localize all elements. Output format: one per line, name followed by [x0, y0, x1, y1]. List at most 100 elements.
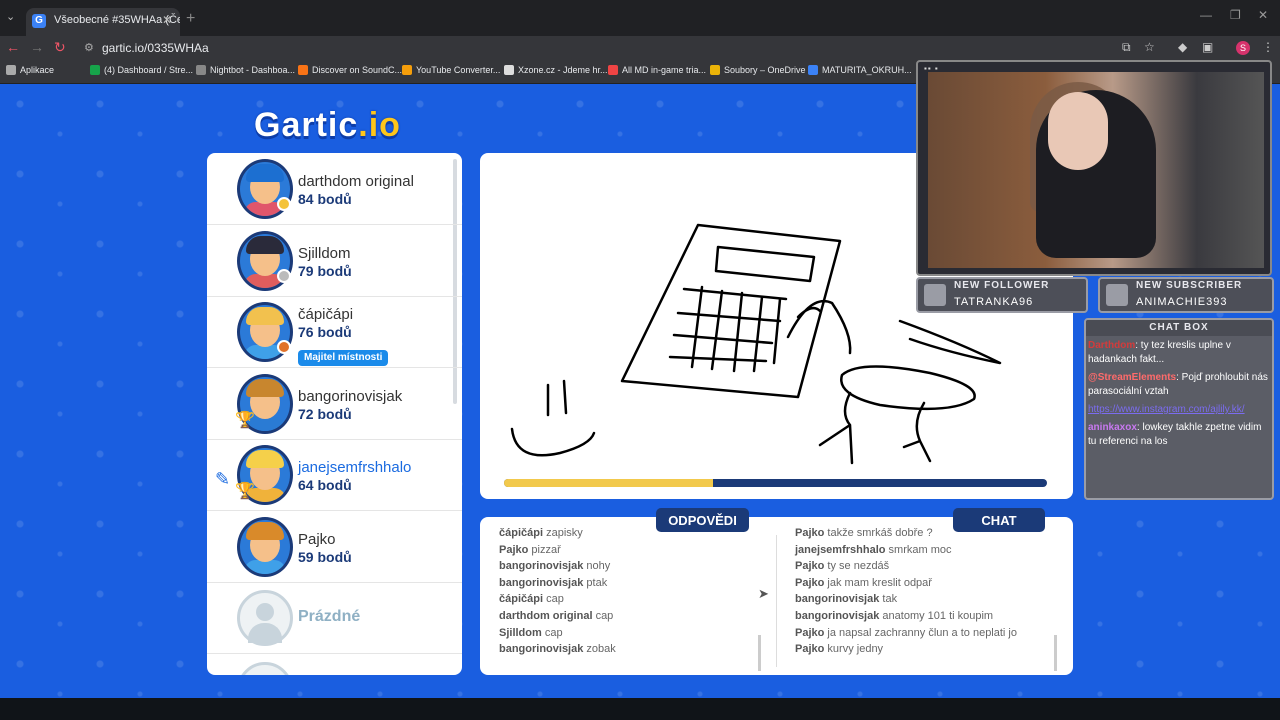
player-status-dot	[277, 197, 291, 211]
message-text: nohy	[586, 560, 611, 573]
chat-scrollbar[interactable]	[1054, 635, 1057, 671]
message-user: Pajko	[795, 626, 825, 639]
bookmark-item[interactable]: MATURITA_OKRUH...	[808, 65, 912, 75]
site-info-icon[interactable]: ⚙	[84, 41, 94, 54]
message-user: čápičápi	[499, 527, 544, 539]
minimize-icon[interactable]: —	[1200, 8, 1212, 22]
webcam-overlay: ▪▪ ▪	[916, 60, 1272, 276]
message-text: pizzař	[531, 543, 561, 556]
message-text: cap	[544, 626, 563, 639]
maximize-icon[interactable]: ❐	[1230, 8, 1241, 22]
bookmark-item[interactable]: (4) Dashboard / Stre...	[90, 65, 193, 75]
menu-dots-icon[interactable]: ⋮	[1262, 40, 1274, 54]
round-timer-fill	[504, 479, 714, 487]
logo-suffix: .io	[358, 106, 401, 144]
bookmark-item[interactable]: All MD in-game tria...	[608, 65, 706, 75]
message-user: Pajko	[795, 527, 825, 539]
new-tab-icon[interactable]: +	[186, 10, 195, 28]
empty-slot[interactable]	[207, 654, 462, 675]
gartic-logo[interactable]: Gartic.io	[254, 106, 401, 145]
stream-chat-user: Darthdom	[1088, 340, 1136, 351]
subscriber-alert: NEW SUBSCRIBER ANIMACHIE393	[1098, 277, 1274, 313]
message-user: janejsemfrshhalo	[795, 543, 886, 556]
answers-scrollbar[interactable]	[758, 635, 761, 671]
browser-tab-bar: ⌄ G Všeobecné #35WHAa (Čeština) ✕ + — ❐ …	[0, 0, 1280, 36]
player-row[interactable]: Pajko 59 bodů	[207, 511, 462, 583]
message-text: zapisky	[546, 527, 583, 539]
message-user: bangorinovisjak	[499, 560, 584, 573]
player-row[interactable]: Sjilldom 79 bodů	[207, 225, 462, 297]
answer-item: bangorinovisjak zobak	[499, 641, 616, 658]
player-name: Sjilldom	[298, 244, 351, 262]
bookmark-favicon-icon	[90, 65, 100, 75]
answers-header-button[interactable]: ODPOVĚDI	[656, 508, 749, 532]
message-user: darthdom original	[499, 609, 593, 622]
bookmark-item[interactable]: Nightbot - Dashboa...	[196, 65, 295, 75]
drawing-pencil-icon: ✎	[215, 469, 231, 489]
player-name: Pajko	[298, 530, 336, 548]
browser-toolbar: ← → ↻ ⚙ gartic.io/0335WHAa ⧉ ☆ ◆ ▣ S ⋮	[0, 36, 1280, 60]
chatbox-title: CHAT BOX	[1086, 320, 1272, 336]
answer-item: bangorinovisjak ptak	[499, 575, 616, 592]
bookmark-item[interactable]: Soubory – OneDrive	[710, 65, 806, 75]
tab-search-icon[interactable]: ⌄	[6, 10, 15, 23]
back-icon[interactable]: ←	[6, 39, 20, 55]
follower-alert: NEW FOLLOWER TATRANKA96	[916, 277, 1088, 313]
install-app-icon[interactable]: ⧉	[1122, 40, 1131, 55]
player-score: 84 bodů	[298, 191, 352, 207]
browser-tab[interactable]: G Všeobecné #35WHAa (Čeština) ✕	[26, 8, 180, 36]
bookmark-favicon-icon	[710, 65, 720, 75]
player-row[interactable]: 🏆 ✎ janejsemfrshhalo 64 bodů	[207, 439, 462, 511]
message-user: Pajko	[795, 643, 825, 656]
drawing-calculator-display	[714, 245, 816, 283]
message-text: takže smrkáš dobře ?	[827, 527, 933, 539]
chat-item: Pajko jak mam kreslit odpař	[795, 575, 1017, 592]
answer-item: bangorinovisjak nohy	[499, 558, 616, 575]
avatar-hair	[246, 450, 284, 468]
bookmark-item[interactable]: Aplikace	[6, 65, 54, 75]
drawing-smile-mouth	[510, 427, 596, 457]
forward-icon[interactable]: →	[30, 39, 44, 55]
trophy-icon: 🏆	[235, 411, 255, 429]
address-bar[interactable]: ⚙ gartic.io/0335WHAa	[84, 38, 1104, 58]
empty-avatar-icon	[237, 590, 293, 646]
answers-list: čápičápi zapisky Pajko pizzař bangorinovis…	[499, 525, 616, 658]
drawing-smile-eyes	[546, 379, 568, 417]
close-tab-icon[interactable]: ✕	[162, 13, 172, 27]
player-score: 79 bodů	[298, 262, 352, 279]
bookmark-item[interactable]: Xzone.cz - Jdeme hr...	[504, 65, 608, 75]
close-window-icon[interactable]: ✕	[1258, 8, 1268, 22]
answer-item: Sjilldom cap	[499, 625, 616, 642]
bookmark-star-icon[interactable]: ☆	[1144, 40, 1155, 54]
extensions-puzzle-icon[interactable]: ▣	[1202, 40, 1213, 54]
webcam-streamer-face	[1048, 92, 1108, 170]
bookmark-item[interactable]: Discover on SoundC...	[298, 65, 402, 75]
player-row[interactable]: darthdom original 84 bodů	[207, 153, 462, 225]
person-icon	[1106, 284, 1128, 306]
bookmark-favicon-icon	[196, 65, 206, 75]
bookmark-label: Discover on SoundC...	[312, 65, 403, 75]
reload-icon[interactable]: ↻	[54, 39, 66, 56]
bookmark-item[interactable]: YouTube Converter...	[402, 65, 500, 75]
bookmark-label: Soubory – OneDrive	[724, 65, 806, 75]
chat-header-button[interactable]: CHAT	[953, 508, 1045, 532]
player-row[interactable]: 🏆 bangorinovisjak 72 bodů	[207, 368, 462, 440]
player-name: darthdom original	[298, 173, 414, 190]
player-row[interactable]: Majitel místnosti čápičápi 76 bodů	[207, 296, 462, 368]
profile-avatar-icon[interactable]: S	[1236, 41, 1250, 55]
empty-avatar-body	[248, 623, 282, 643]
empty-avatar-icon	[237, 661, 293, 675]
message-user: Pajko	[499, 543, 529, 556]
message-text: ja napsal zachranny člun a to neplati jo	[827, 626, 1017, 639]
bookmark-label: YouTube Converter...	[416, 65, 501, 75]
gartic-favicon-icon: G	[32, 14, 46, 28]
empty-slot[interactable]: Prázdné	[207, 582, 462, 654]
chat-item: janejsemfrshhalo smrkam moc	[795, 542, 1017, 559]
chat-item: bangorinovisjak anatomy 101 ti koupim	[795, 608, 1017, 625]
bookmark-favicon-icon	[608, 65, 618, 75]
drawing-calculator-grid-rows	[668, 287, 788, 363]
bookmark-label: Aplikace	[20, 65, 55, 75]
chat-item: bangorinovisjak tak	[795, 591, 1017, 608]
extension-icon[interactable]: ◆	[1178, 40, 1187, 54]
round-timer-bar	[504, 479, 1047, 487]
